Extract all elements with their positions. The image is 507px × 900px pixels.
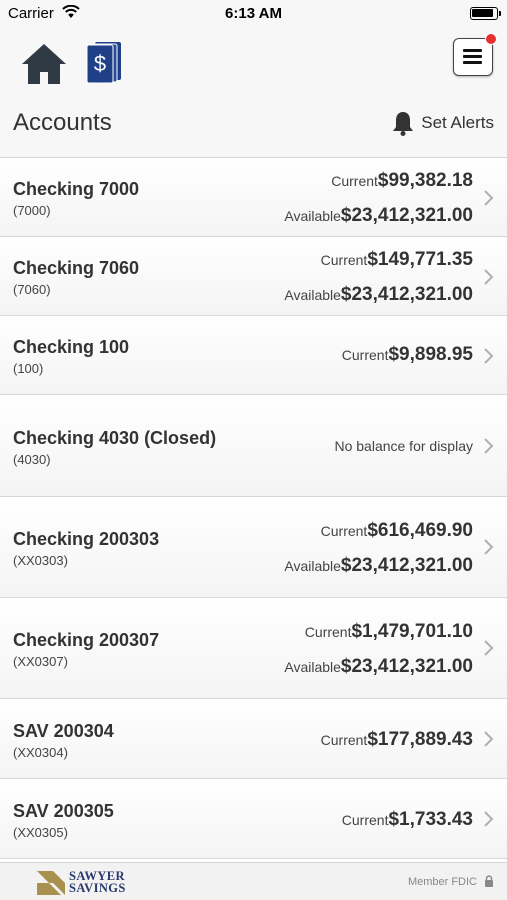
- account-row-checking-200307[interactable]: Checking 200307 (XX0307) Current$1,479,7…: [0, 598, 507, 699]
- account-number: (XX0304): [13, 745, 68, 760]
- current-label: Current: [341, 812, 389, 828]
- account-row-checking-200303[interactable]: Checking 200303 (XX0303) Current$616,469…: [0, 497, 507, 598]
- set-alerts-label: Set Alerts: [421, 113, 494, 132]
- account-row-sav-200305[interactable]: SAV 200305 (XX0305) Current$1,733.43: [0, 779, 507, 859]
- menu-line: [463, 55, 482, 58]
- notification-badge: [485, 33, 497, 45]
- account-row-checking-4030[interactable]: Checking 4030 (Closed) (4030) No balance…: [0, 395, 507, 497]
- available-label: Available: [284, 659, 341, 675]
- status-bar: Carrier 6:13 AM: [0, 0, 507, 28]
- available-balance: Available$23,412,321.00: [284, 205, 473, 227]
- accounts-list: Checking 7000 (7000) Current$99,382.18 A…: [0, 158, 507, 859]
- logo-line-2: SAVINGS: [69, 881, 126, 895]
- current-amount: $9,898.95: [388, 344, 473, 365]
- current-label: Current: [304, 624, 352, 640]
- account-row-checking-100[interactable]: Checking 100 (100) Current$9,898.95: [0, 316, 507, 395]
- current-amount: $149,771.35: [367, 249, 473, 270]
- chevron-right-icon: [484, 539, 494, 555]
- current-label: Current: [320, 732, 368, 748]
- available-balance: Available$23,412,321.00: [284, 555, 473, 577]
- footer: SAWYER SAVINGS Member FDIC: [0, 862, 507, 900]
- available-amount: $23,412,321.00: [340, 284, 473, 305]
- accounts-icon[interactable]: $: [85, 40, 125, 84]
- current-label: Current: [320, 252, 368, 268]
- current-amount: $616,469.90: [367, 520, 473, 541]
- current-balance: Current$177,889.43: [321, 729, 473, 751]
- account-name: Checking 200303: [13, 529, 160, 549]
- available-label: Available: [284, 208, 341, 224]
- account-name: Checking 7000: [13, 179, 140, 199]
- account-name: Checking 4030 (Closed): [13, 428, 217, 448]
- sawyer-savings-logo-icon: [37, 871, 65, 895]
- chevron-right-icon: [484, 640, 494, 656]
- lock-icon: [485, 875, 493, 887]
- available-amount: $23,412,321.00: [340, 205, 473, 226]
- home-icon[interactable]: [20, 42, 68, 86]
- bell-icon: [393, 112, 414, 136]
- member-fdic-label: Member FDIC: [407, 876, 477, 888]
- set-alerts-button[interactable]: Set Alerts: [391, 110, 494, 136]
- current-label: Current: [331, 173, 378, 189]
- current-balance: Current$9,898.95: [342, 344, 473, 366]
- current-balance: Current$616,469.90: [321, 520, 473, 542]
- account-name: SAV 200305: [13, 801, 114, 821]
- available-amount: $23,412,321.00: [340, 656, 473, 677]
- account-name: Checking 100: [13, 337, 130, 357]
- account-name: SAV 200304: [13, 721, 114, 741]
- menu-button[interactable]: [453, 33, 497, 76]
- chevron-right-icon: [484, 811, 494, 827]
- account-number: (4030): [13, 452, 51, 467]
- account-row-checking-7060[interactable]: Checking 7060 (7060) Current$149,771.35 …: [0, 237, 507, 316]
- chevron-right-icon: [484, 438, 494, 454]
- current-label: Current: [320, 523, 368, 539]
- menu-line: [463, 49, 482, 52]
- account-number: (100): [13, 361, 44, 376]
- chevron-right-icon: [484, 190, 494, 206]
- current-balance: Current$149,771.35: [321, 249, 473, 271]
- available-label: Available: [284, 558, 341, 574]
- top-nav: $: [0, 28, 507, 96]
- chevron-right-icon: [484, 269, 494, 285]
- svg-text:$: $: [94, 51, 106, 76]
- page-title: Accounts: [13, 109, 112, 136]
- clock: 6:13 AM: [225, 5, 282, 22]
- current-amount: $1,479,701.10: [351, 621, 473, 642]
- battery-icon: [470, 7, 501, 20]
- account-name: Checking 7060: [13, 258, 140, 278]
- current-balance: Current$99,382.18: [331, 170, 473, 192]
- current-amount: $99,382.18: [377, 170, 473, 191]
- account-row-checking-7000[interactable]: Checking 7000 (7000) Current$99,382.18 A…: [0, 158, 507, 237]
- menu-line: [463, 61, 482, 64]
- current-amount: $1,733.43: [388, 809, 473, 830]
- current-balance: Current$1,733.43: [342, 809, 473, 831]
- chevron-right-icon: [484, 348, 494, 364]
- account-number: (XX0305): [13, 825, 68, 840]
- available-balance: Available$23,412,321.00: [284, 656, 473, 678]
- page-header: Accounts Set Alerts: [0, 96, 507, 158]
- chevron-right-icon: [484, 731, 494, 747]
- sawyer-savings-logo: SAWYER SAVINGS: [69, 870, 126, 895]
- current-label: Current: [341, 347, 389, 363]
- no-balance-text: No balance for display: [334, 438, 473, 454]
- available-amount: $23,412,321.00: [340, 555, 473, 576]
- account-row-sav-200304[interactable]: SAV 200304 (XX0304) Current$177,889.43: [0, 699, 507, 779]
- current-balance: Current$1,479,701.10: [305, 621, 473, 643]
- current-amount: $177,889.43: [367, 729, 473, 750]
- account-number: (7060): [13, 282, 51, 297]
- account-number: (7000): [13, 203, 51, 218]
- account-number: (XX0303): [13, 553, 68, 568]
- available-label: Available: [284, 287, 341, 303]
- account-name: Checking 200307: [13, 630, 160, 650]
- account-number: (XX0307): [13, 654, 68, 669]
- available-balance: Available$23,412,321.00: [284, 284, 473, 306]
